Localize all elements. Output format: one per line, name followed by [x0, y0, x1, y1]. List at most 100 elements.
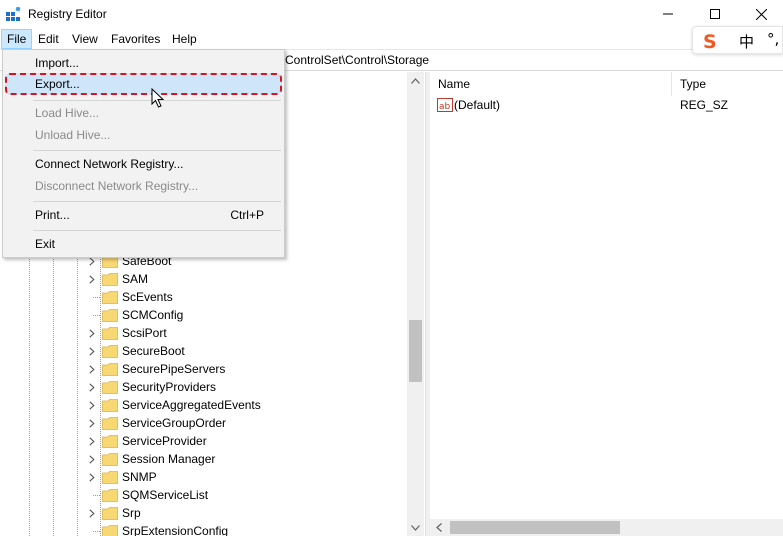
- column-header-name[interactable]: Name: [430, 72, 672, 96]
- menu-item-load-hive[interactable]: Load Hive...: [5, 102, 282, 124]
- folder-icon: [102, 506, 118, 520]
- tree-connector: [84, 288, 100, 306]
- value-name: (Default): [454, 98, 501, 112]
- title-bar: Registry Editor: [0, 0, 783, 28]
- tree-connector: [84, 486, 100, 504]
- menu-item-print[interactable]: Print... Ctrl+P: [5, 204, 282, 226]
- chevron-up-icon: [411, 77, 420, 84]
- expand-chevron-icon[interactable]: [84, 414, 100, 432]
- menu-separator: [33, 201, 281, 202]
- tree-item-label: ServiceGroupOrder: [122, 416, 227, 430]
- menu-item-print-label: Print...: [35, 208, 70, 222]
- folder-icon: [102, 344, 118, 358]
- tree-item-label: SecureBoot: [122, 344, 185, 358]
- tree-item[interactable]: Session Manager: [84, 450, 215, 468]
- menu-help[interactable]: Help: [167, 29, 202, 49]
- minimize-button[interactable]: [645, 0, 691, 28]
- folder-icon: [102, 470, 118, 484]
- chevron-left-icon: [435, 523, 442, 532]
- expand-chevron-icon[interactable]: [84, 360, 100, 378]
- close-icon: [755, 8, 767, 20]
- tree-item-label: SrpExtensionConfig: [122, 524, 229, 536]
- address-path: ControlSet\Control\Storage: [285, 53, 430, 67]
- ime-punctuation-mode[interactable]: °,: [767, 30, 779, 48]
- folder-icon: [102, 398, 118, 412]
- tree-item[interactable]: SecurePipeServers: [84, 360, 225, 378]
- close-button[interactable]: [738, 0, 783, 28]
- tree-item[interactable]: SecureBoot: [84, 342, 185, 360]
- tree-item[interactable]: SecurityProviders: [84, 378, 216, 396]
- tree-item-label: ScEvents: [122, 290, 173, 304]
- ime-chinese-mode[interactable]: 中: [739, 31, 754, 52]
- tree-item[interactable]: ServiceAggregatedEvents: [84, 396, 261, 414]
- column-header-type[interactable]: Type: [672, 72, 783, 96]
- tree-item-label: Session Manager: [122, 452, 216, 466]
- menu-view[interactable]: View: [67, 29, 103, 49]
- menu-favorites[interactable]: Favorites: [106, 29, 165, 49]
- tree-item-label: ServiceProvider: [122, 434, 207, 448]
- tree-item-label: SAM: [122, 272, 149, 286]
- tree-item[interactable]: ServiceGroupOrder: [84, 414, 226, 432]
- print-shortcut: Ctrl+P: [230, 208, 264, 222]
- file-menu-dropdown: Import... Export... Load Hive... Unload …: [2, 49, 285, 258]
- menu-item-exit[interactable]: Exit: [5, 233, 282, 255]
- tree-item-label: Srp: [122, 506, 141, 520]
- expand-chevron-icon[interactable]: [84, 378, 100, 396]
- folder-icon: [102, 362, 118, 376]
- expand-chevron-icon[interactable]: [84, 342, 100, 360]
- expand-chevron-icon[interactable]: [84, 432, 100, 450]
- expand-chevron-icon[interactable]: [84, 396, 100, 414]
- menu-item-disconnect-network-registry[interactable]: Disconnect Network Registry...: [5, 175, 282, 197]
- list-scroll-thumb[interactable]: [450, 521, 620, 534]
- tree-item-label: SCMConfig: [122, 308, 184, 322]
- menu-bar: File Edit View Favorites Help: [0, 28, 783, 49]
- menu-item-unload-hive[interactable]: Unload Hive...: [5, 124, 282, 146]
- tree-scroll-thumb[interactable]: [409, 320, 422, 382]
- value-list[interactable]: Name Type ab (Default) REG_SZ: [430, 72, 783, 536]
- maximize-button[interactable]: [692, 0, 738, 28]
- tree-item-label: ScsiPort: [122, 326, 167, 340]
- folder-icon: [102, 380, 118, 394]
- tree-item[interactable]: Srp: [84, 504, 141, 522]
- tree-item[interactable]: SAM: [84, 270, 148, 288]
- maximize-icon: [710, 9, 720, 19]
- menu-separator: [33, 150, 281, 151]
- tree-item[interactable]: SQMServiceList: [84, 486, 208, 504]
- tree-item[interactable]: ServiceProvider: [84, 432, 207, 450]
- list-horizontal-scrollbar[interactable]: [430, 519, 783, 536]
- menu-file[interactable]: File: [1, 29, 33, 49]
- chevron-down-icon: [411, 524, 420, 531]
- menu-item-import[interactable]: Import...: [5, 52, 282, 74]
- tree-item[interactable]: SNMP: [84, 468, 157, 486]
- mouse-pointer-icon: [151, 88, 165, 108]
- scroll-up-button[interactable]: [407, 72, 424, 89]
- registry-editor-icon: [6, 7, 21, 21]
- minimize-icon: [663, 13, 673, 15]
- tree-vertical-scrollbar[interactable]: [407, 72, 424, 536]
- expand-chevron-icon[interactable]: [84, 468, 100, 486]
- expand-chevron-icon[interactable]: [84, 504, 100, 522]
- folder-icon: [102, 524, 118, 536]
- tree-item-label: ServiceAggregatedEvents: [122, 398, 261, 412]
- folder-icon: [102, 290, 118, 304]
- expand-chevron-icon[interactable]: [84, 270, 100, 288]
- menu-separator: [33, 230, 281, 231]
- menu-item-connect-network-registry[interactable]: Connect Network Registry...: [5, 153, 282, 175]
- tree-item-label: SecurityProviders: [122, 380, 217, 394]
- value-row[interactable]: ab (Default) REG_SZ: [430, 96, 783, 114]
- scroll-left-button[interactable]: [430, 519, 447, 536]
- expand-chevron-icon[interactable]: [84, 324, 100, 342]
- folder-icon: [102, 272, 118, 286]
- tree-item[interactable]: ScsiPort: [84, 324, 167, 342]
- tree-item[interactable]: SCMConfig: [84, 306, 183, 324]
- scroll-down-button[interactable]: [407, 519, 424, 536]
- tree-item[interactable]: SrpExtensionConfig: [84, 522, 228, 536]
- expand-chevron-icon[interactable]: [84, 450, 100, 468]
- tree-item[interactable]: ScEvents: [84, 288, 173, 306]
- value-type: REG_SZ: [680, 98, 729, 112]
- string-value-icon: ab: [437, 98, 453, 112]
- sogou-logo-icon[interactable]: S: [701, 31, 721, 51]
- menu-edit[interactable]: Edit: [33, 29, 64, 49]
- ime-toolbar[interactable]: S 中 °,: [692, 26, 783, 54]
- menu-item-export[interactable]: Export...: [5, 73, 282, 95]
